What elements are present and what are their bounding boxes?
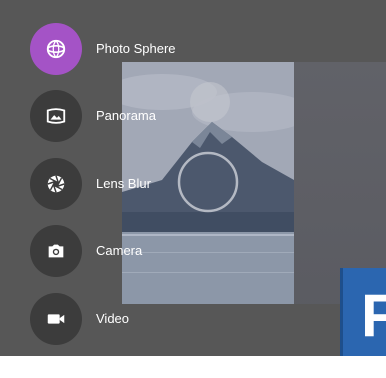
mode-camera[interactable]: Camera [30,225,230,277]
lens-blur-icon [45,173,67,195]
mode-label-video: Video [96,311,130,326]
brand-glyph: F [361,282,386,349]
photo-sphere-icon [45,38,67,60]
mode-video[interactable]: Video [30,293,230,345]
mode-lens-blur[interactable]: Lens Blur [30,158,230,210]
mode-label-camera: Camera [96,243,143,258]
video-icon [45,308,67,330]
camera-icon [45,240,67,262]
panorama-button[interactable] [30,90,82,142]
video-button[interactable] [30,293,82,345]
mode-label-lens-blur: Lens Blur [96,176,151,191]
bottom-margin [0,356,386,378]
camera-app: Photo Sphere Panorama Lens Blur Camera V… [0,0,386,356]
mode-label-photo-sphere: Photo Sphere [96,41,176,56]
mode-photo-sphere[interactable]: Photo Sphere [30,23,230,75]
camera-button[interactable] [30,225,82,277]
panorama-icon [45,105,67,127]
mode-panorama[interactable]: Panorama [30,90,230,142]
photo-sphere-button[interactable] [30,23,82,75]
brand-tile: F [340,268,386,356]
lens-blur-button[interactable] [30,158,82,210]
mode-label-panorama: Panorama [96,108,156,123]
